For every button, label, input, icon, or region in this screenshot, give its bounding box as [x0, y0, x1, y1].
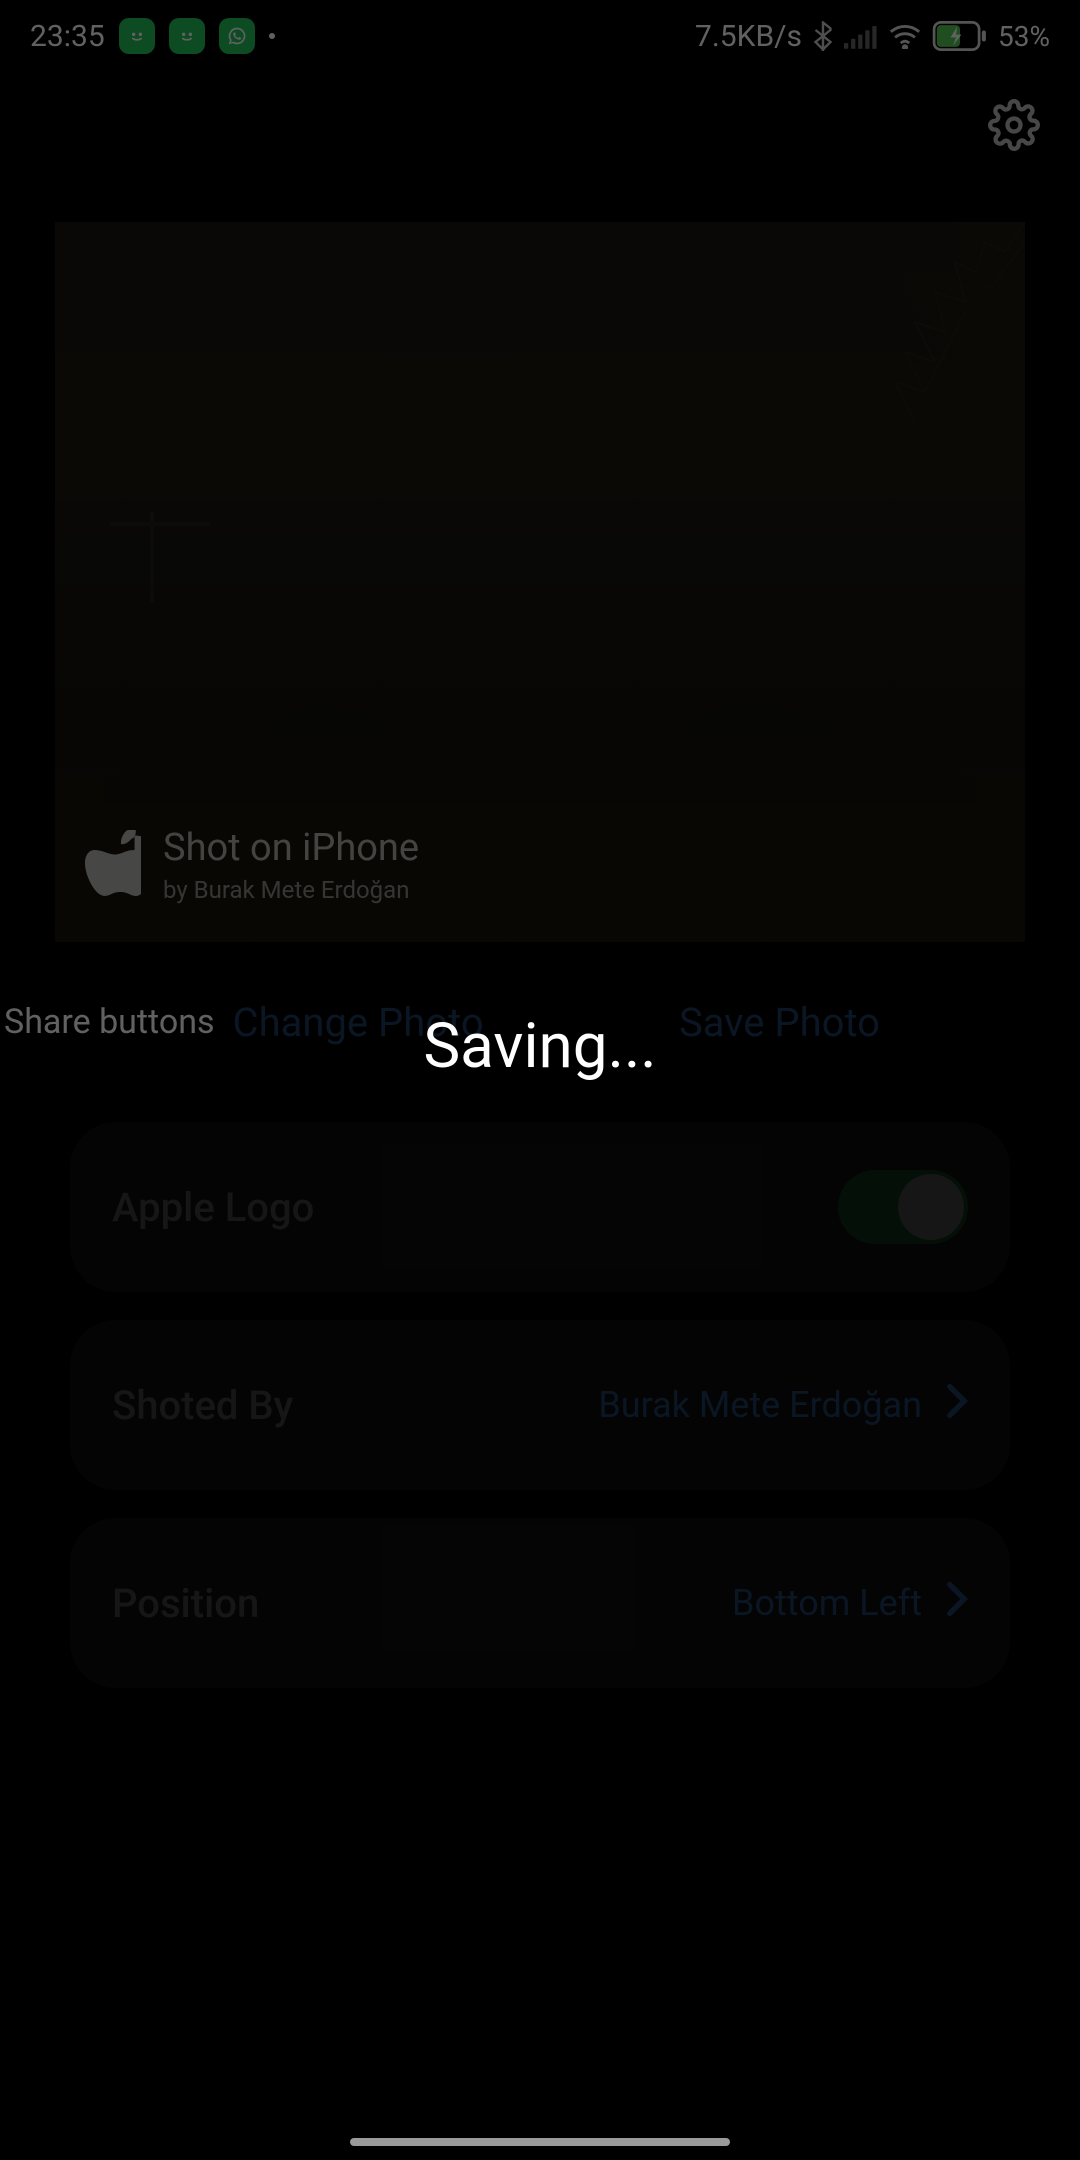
settings-list: Apple Logo Shoted By Burak Mete Erdoğan …	[0, 1082, 1080, 1688]
apple-logo-toggle[interactable]	[838, 1170, 968, 1244]
notif-dot-icon	[269, 33, 275, 39]
apple-logo-icon	[85, 830, 141, 900]
setting-value-group: Bottom Left	[732, 1581, 968, 1626]
photo-crane-silhouette	[110, 512, 210, 602]
watermark-title: Shot on iPhone	[163, 826, 419, 870]
net-speed: 7.5KB/s	[695, 19, 802, 54]
home-indicator[interactable]	[350, 2138, 730, 2146]
status-time: 23:35	[30, 19, 105, 54]
setting-label: Shoted By	[112, 1382, 293, 1429]
setting-value-group: Burak Mete Erdoğan	[598, 1383, 968, 1428]
battery-charging-icon	[932, 21, 988, 51]
bluetooth-icon	[812, 21, 834, 51]
watermark-subtitle: by Burak Mete Erdoğan	[163, 876, 419, 904]
status-bar: 23:35 7.5KB/s 53%	[0, 0, 1080, 72]
photo-preview: Shot on iPhone by Burak Mete Erdoğan	[55, 222, 1025, 942]
share-buttons-label[interactable]: Share buttons	[0, 1002, 233, 1042]
chevron-right-icon	[946, 1581, 968, 1626]
photo-watermark: Shot on iPhone by Burak Mete Erdoğan	[85, 826, 419, 904]
setting-label: Apple Logo	[112, 1184, 314, 1231]
setting-shoted-by[interactable]: Shoted By Burak Mete Erdoğan	[70, 1320, 1010, 1490]
signal-icon	[844, 23, 878, 49]
gear-icon[interactable]	[988, 99, 1040, 155]
status-left: 23:35	[30, 18, 275, 54]
saving-indicator: Saving...	[423, 1010, 656, 1083]
notif-icon-app2	[169, 18, 205, 54]
save-photo-button[interactable]: Save Photo	[679, 999, 1080, 1046]
app-header	[0, 72, 1080, 182]
toggle-knob	[898, 1174, 964, 1240]
photo-roofline-silhouette	[105, 692, 975, 802]
chevron-right-icon	[946, 1383, 968, 1428]
position-value: Bottom Left	[732, 1582, 922, 1624]
photo-branch-silhouette	[885, 222, 1025, 522]
watermark-text: Shot on iPhone by Burak Mete Erdoğan	[163, 826, 419, 904]
setting-apple-logo[interactable]: Apple Logo	[70, 1122, 1010, 1292]
status-right: 7.5KB/s 53%	[695, 19, 1050, 54]
setting-label: Position	[112, 1580, 259, 1627]
setting-position[interactable]: Position Bottom Left	[70, 1518, 1010, 1688]
shoted-by-value: Burak Mete Erdoğan	[598, 1384, 922, 1426]
wifi-icon	[888, 23, 922, 49]
whatsapp-icon	[219, 18, 255, 54]
main-content: Shot on iPhone by Burak Mete Erdoğan Sha…	[0, 222, 1080, 1688]
battery-percent: 53%	[998, 20, 1050, 53]
notif-icon-app1	[119, 18, 155, 54]
